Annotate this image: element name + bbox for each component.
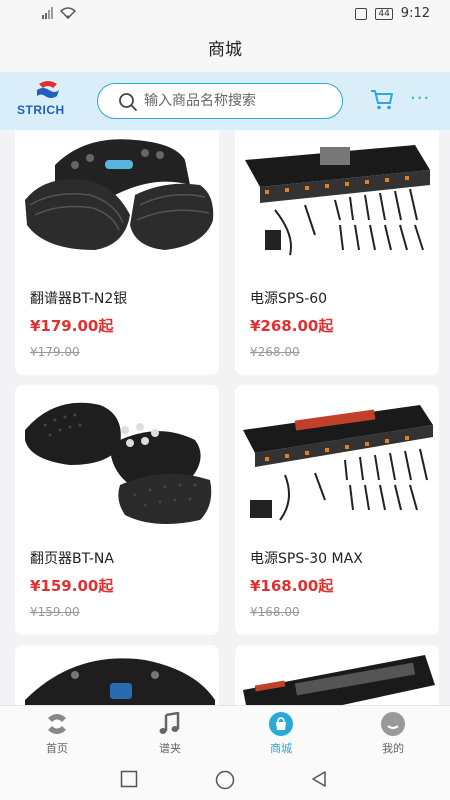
product-name: 翻页器BT-NA [30,551,114,567]
product-price: ¥159.00起 [30,577,114,595]
battery-icon: 44 [375,7,393,20]
cart-icon[interactable] [370,89,394,111]
product-original-price: ¥268.00 [250,345,300,359]
brand-logo [17,80,79,124]
product-original-price: ¥159.00 [30,605,80,619]
wifi-icon [60,7,76,19]
page-title: 商城 [208,40,242,60]
shop-header: STRICH ··· [0,72,450,130]
nav-item-folder[interactable]: 谱夹 [140,712,200,756]
product-card[interactable]: 电源SPS-30 MAX ¥168.00起 ¥168.00 [235,385,439,635]
bottom-nav: 首页 谱夹 商城 我的 [0,705,450,760]
product-price: ¥179.00起 [30,317,114,335]
recents-button-icon[interactable] [120,770,138,788]
status-icons-right: 44 9:12 [355,6,430,21]
search-icon [119,93,137,111]
page-turner-pedal-image [15,645,219,705]
profile-face-icon [381,712,405,736]
home-logo-icon [48,714,66,734]
vibrate-icon [355,7,368,20]
status-bar: 44 9:12 [0,0,450,30]
product-card[interactable]: 翻页器BT-NA ¥159.00起 ¥159.00 [15,385,219,635]
nav-label: 我的 [382,742,404,755]
product-price: ¥168.00起 [250,577,334,595]
music-note-icon [159,712,180,734]
nav-label: 商城 [270,742,292,755]
search-input[interactable] [144,90,334,112]
more-icon[interactable]: ··· [410,88,430,109]
power-supply-image [235,130,439,275]
nav-label: 首页 [46,742,68,755]
nav-item-home[interactable]: 首页 [27,712,87,756]
product-card[interactable]: 电源SPS-60 ¥268.00起 ¥268.00 [235,130,439,375]
product-name: 翻谱器BT-N2银 [30,291,128,307]
product-grid: 翻谱器BT-N2银 ¥179.00起 ¥179.00 电源SPS-60 ¥268… [0,130,450,705]
signal-icon [42,7,53,19]
nav-item-mine[interactable]: 我的 [363,712,423,756]
power-supply-image [235,385,439,535]
shop-bag-icon [269,712,293,736]
product-name: 电源SPS-30 MAX [250,551,363,567]
power-supply-image [235,645,439,705]
product-card[interactable]: 翻谱器BT-N2银 ¥179.00起 ¥179.00 [15,130,219,375]
product-card[interactable] [235,645,439,705]
product-price: ¥268.00起 [250,317,334,335]
nav-item-shop[interactable]: 商城 [251,712,311,756]
title-bar: 商城 [0,30,450,72]
status-time: 9:12 [400,6,430,21]
system-nav-bar [0,760,450,800]
nav-label: 谱夹 [159,742,181,755]
search-box[interactable] [97,83,343,119]
product-original-price: ¥168.00 [250,605,300,619]
status-icons-left [42,7,76,19]
product-name: 电源SPS-60 [250,291,328,307]
back-button-icon[interactable] [310,770,328,788]
product-original-price: ¥179.00 [30,345,80,359]
logo-text: STRICH [17,103,65,117]
product-card[interactable] [15,645,219,705]
home-button-icon[interactable] [215,770,235,790]
page-turner-pedal-image [15,385,219,535]
page-turner-pedal-image [15,130,219,275]
